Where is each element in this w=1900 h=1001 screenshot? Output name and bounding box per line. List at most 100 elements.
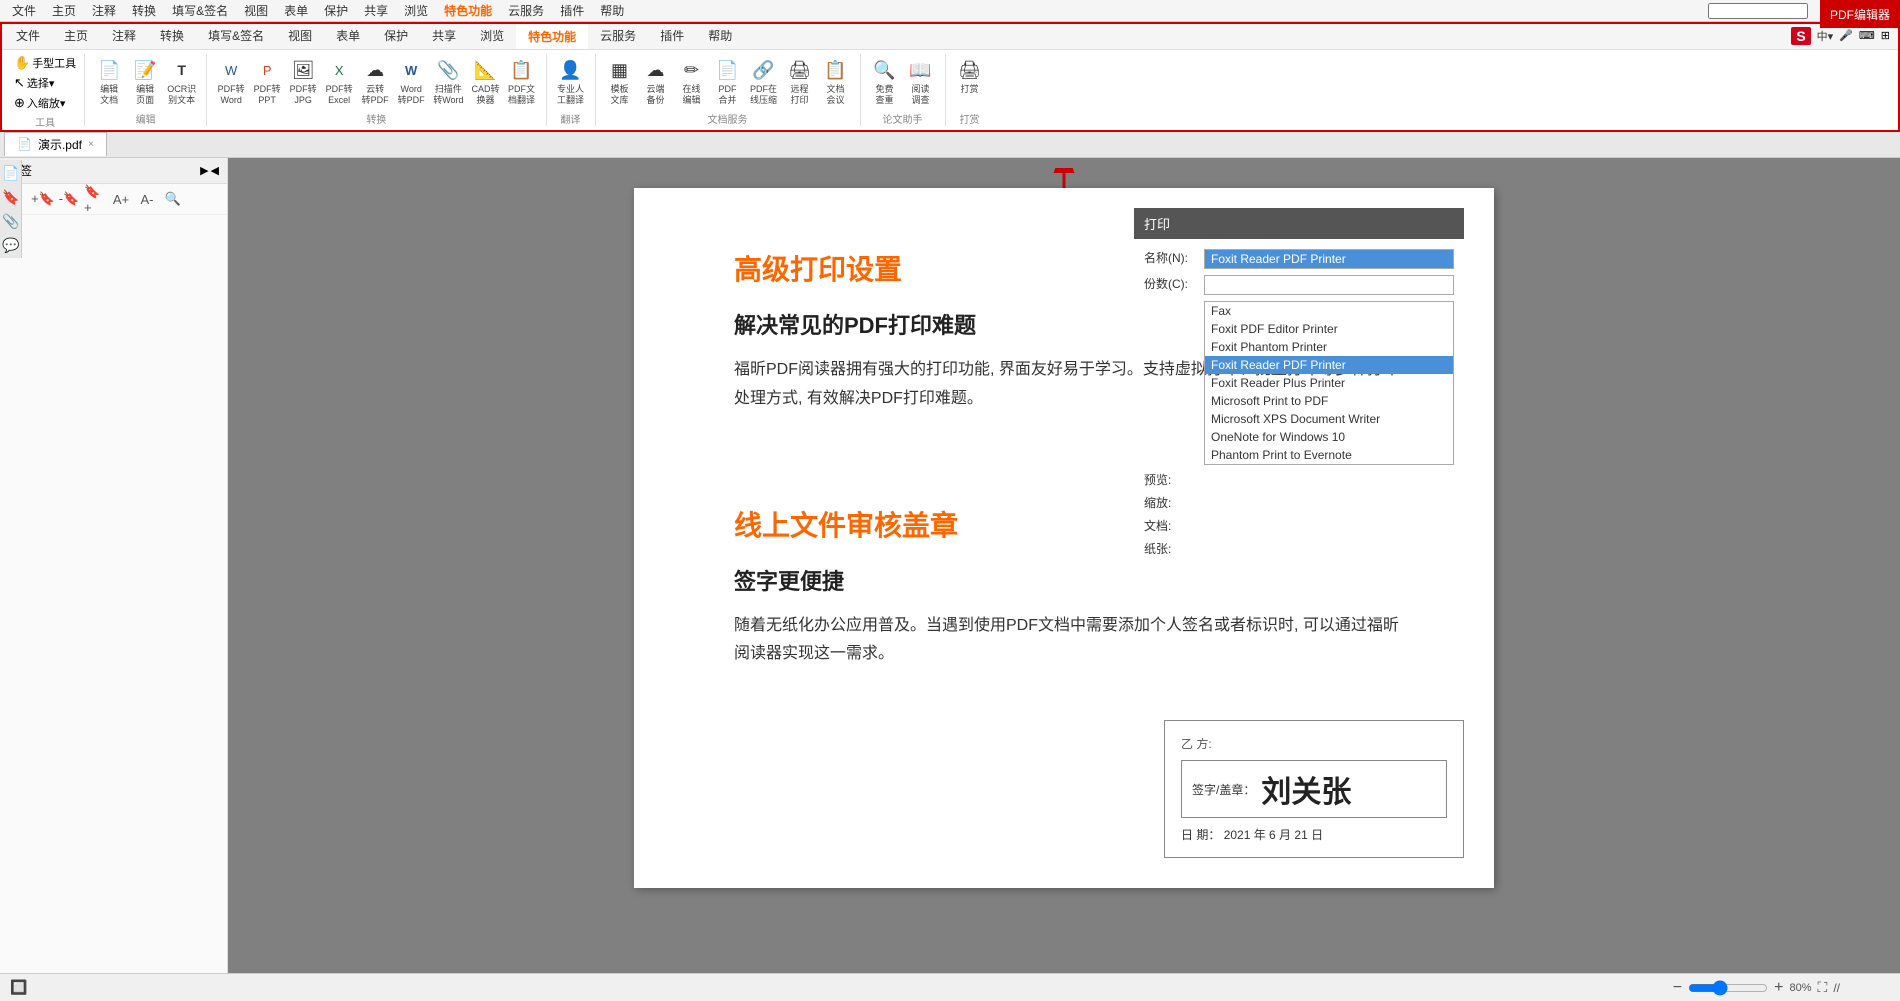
print-copies-input[interactable] — [1204, 275, 1454, 295]
printer-foxit-phantom[interactable]: Foxit Phantom Printer — [1205, 338, 1453, 356]
pdf-to-word-btn[interactable]: W PDF转Word — [213, 54, 249, 108]
tab-view[interactable]: 视图 — [276, 22, 324, 49]
tab-plugins[interactable]: 插件 — [648, 22, 696, 49]
printer-list: Fax Foxit PDF Editor Printer Foxit Phant… — [1204, 301, 1454, 465]
tab-browse[interactable]: 浏览 — [468, 22, 516, 49]
tab-file[interactable]: 文件 — [4, 22, 52, 49]
scan-to-word-btn[interactable]: 📎 扫描件转Word — [429, 54, 467, 108]
edit-doc-icon: 📄 — [95, 56, 123, 84]
sidebar-icon-comments[interactable]: 💬 — [0, 234, 22, 256]
sidebar-child-bookmark-btn[interactable]: 🔖+ — [84, 188, 106, 210]
word-to-pdf-btn[interactable]: W Word转PDF — [393, 54, 429, 108]
pdf-translate-btn[interactable]: 📋 PDF文档翻译 — [504, 54, 540, 108]
printer-fax[interactable]: Fax — [1205, 302, 1453, 320]
online-edit-btn[interactable]: ✏ 在线编辑 — [674, 54, 710, 108]
zoom-minus-btn[interactable]: − — [1673, 979, 1682, 997]
zoom-plus-btn[interactable]: + — [1774, 979, 1783, 997]
doc-tab-演示pdf[interactable]: 📄 演示.pdf × — [4, 132, 107, 156]
pdf-to-jpg-btn[interactable]: 🖼 PDF转JPG — [285, 54, 321, 108]
doc-tab-close[interactable]: × — [88, 139, 94, 150]
menu-item-file[interactable]: 文件 — [4, 0, 44, 21]
search-input[interactable] — [1708, 3, 1808, 19]
free-check-label: 免费查重 — [876, 84, 894, 106]
cad-converter-btn[interactable]: 📐 CAD转换器 — [468, 54, 504, 108]
signature-box: 乙 方: 签字/盖章： 刘关张 日 期： 2021 年 6 月 21 日 — [1164, 720, 1464, 858]
printer-foxit-reader[interactable]: Foxit Reader PDF Printer — [1205, 356, 1453, 374]
edit-page-icon: 📝 — [131, 56, 159, 84]
tab-protect[interactable]: 保护 — [372, 22, 420, 49]
doc-meeting-btn[interactable]: 📋 文档会议 — [818, 54, 854, 108]
menu-item-view[interactable]: 视图 — [236, 0, 276, 21]
tab-cloud[interactable]: 云服务 — [588, 22, 648, 49]
read-survey-btn[interactable]: 📖 阅读调查 — [903, 54, 939, 108]
fit-btn[interactable]: // — [1833, 981, 1840, 995]
printer-ms-xps[interactable]: Microsoft XPS Document Writer — [1205, 410, 1453, 428]
menu-item-browse[interactable]: 浏览 — [396, 0, 436, 21]
sidebar-expand-btn[interactable]: ▶ — [200, 164, 208, 177]
tab-bar: 📄 演示.pdf × PDF编辑器 — [0, 130, 1900, 158]
section-sig-body: 随着无纸化办公应用普及。当遇到使用PDF文档中需要添加个人签名或者标识时, 可以… — [734, 612, 1414, 670]
sidebar-collapse-btn[interactable]: ◀ — [211, 164, 219, 177]
printer-onenote[interactable]: OneNote for Windows 10 — [1205, 428, 1453, 446]
menu-item-convert[interactable]: 转换 — [124, 0, 164, 21]
pdf-to-ppt-btn[interactable]: P PDF转PPT — [249, 54, 285, 108]
tab-home[interactable]: 主页 — [52, 22, 100, 49]
tab-convert[interactable]: 转换 — [148, 22, 196, 49]
zoom-tool-btn[interactable]: ⊕ 入缩放▾ — [12, 94, 78, 112]
remote-print-btn[interactable]: 🖨 远程打印 — [782, 54, 818, 108]
pdf-translate-label: PDF文档翻译 — [508, 84, 535, 106]
sidebar-icon-bookmarks[interactable]: 🔖 — [0, 186, 22, 208]
fullscreen-btn[interactable]: ⛶ — [1818, 979, 1828, 996]
sidebar-search-btn[interactable]: 🔍 — [162, 188, 184, 210]
reward-btn[interactable]: 🖨 打赏 — [952, 54, 988, 97]
sidebar-icon-attachments[interactable]: 📎 — [0, 210, 22, 232]
printer-ms-pdf[interactable]: Microsoft Print to PDF — [1205, 392, 1453, 410]
printer-phantom-evernote[interactable]: Phantom Print to Evernote — [1205, 446, 1453, 464]
tab-share[interactable]: 共享 — [420, 22, 468, 49]
brand-logo: S — [1791, 27, 1810, 45]
menu-item-sign[interactable]: 填写&签名 — [164, 0, 236, 21]
sidebar-remove-bookmark-btn[interactable]: -🔖 — [58, 188, 80, 210]
free-check-btn[interactable]: 🔍 免费查重 — [867, 54, 903, 108]
pdf-editor-button[interactable]: PDF编辑器 — [1820, 0, 1900, 28]
lang-selector[interactable]: 中▾ — [1817, 28, 1834, 44]
select-tool-btn[interactable]: ↖ 选择▾ — [12, 74, 78, 92]
cloud-convert-btn[interactable]: ☁ 云转转PDF — [357, 54, 393, 108]
menu-item-form[interactable]: 表单 — [276, 0, 316, 21]
pdf-to-excel-btn[interactable]: X PDF转Excel — [321, 54, 357, 108]
sidebar-icon-pages[interactable]: 📄 — [0, 162, 22, 184]
sidebar-add-bookmark-btn[interactable]: +🔖 — [32, 188, 54, 210]
template-btn[interactable]: ▦ 模板文库 — [602, 54, 638, 108]
printer-foxit-pdf-editor[interactable]: Foxit PDF Editor Printer — [1205, 320, 1453, 338]
read-survey-label: 阅读调查 — [912, 84, 930, 106]
menu-item-cloud[interactable]: 云服务 — [500, 0, 552, 21]
hand-tool-btn[interactable]: ✋ 手型工具 — [12, 54, 78, 72]
ocr-btn[interactable]: T OCR识别文本 — [163, 54, 200, 108]
edit-page-btn[interactable]: 📝 编辑页面 — [127, 54, 163, 108]
menu-item-plugins[interactable]: 插件 — [552, 0, 592, 21]
edit-doc-btn[interactable]: 📄 编辑文档 — [91, 54, 127, 108]
printer-foxit-plus[interactable]: Foxit Reader Plus Printer — [1205, 374, 1453, 392]
tab-annotate[interactable]: 注释 — [100, 22, 148, 49]
zoom-level-display: 80% — [1789, 982, 1811, 994]
menu-item-special[interactable]: 特色功能 — [436, 0, 500, 21]
menu-item-share[interactable]: 共享 — [356, 0, 396, 21]
menu-item-help[interactable]: 帮助 — [592, 0, 632, 21]
cloud-convert-label: 云转转PDF — [362, 84, 389, 106]
sidebar-font-increase-btn[interactable]: A+ — [110, 188, 132, 210]
menu-item-protect[interactable]: 保护 — [316, 0, 356, 21]
tab-form[interactable]: 表单 — [324, 22, 372, 49]
pdf-compress-btn[interactable]: 🔗 PDF在线压缩 — [746, 54, 782, 108]
print-name-input[interactable]: Foxit Reader PDF Printer — [1204, 249, 1454, 269]
page-view-icon[interactable]: 🔲 — [10, 979, 27, 996]
pdf-merge-btn[interactable]: 📄 PDF合并 — [710, 54, 746, 108]
menu-item-home[interactable]: 主页 — [44, 0, 84, 21]
pro-translate-btn[interactable]: 👤 专业人工翻译 — [553, 54, 589, 108]
tab-help[interactable]: 帮助 — [696, 22, 744, 49]
cloud-backup-btn[interactable]: ☁ 云端备份 — [638, 54, 674, 108]
zoom-slider[interactable] — [1688, 980, 1768, 996]
menu-item-annotate[interactable]: 注释 — [84, 0, 124, 21]
sidebar-font-decrease-btn[interactable]: A- — [136, 188, 158, 210]
tab-sign[interactable]: 填写&签名 — [196, 22, 276, 49]
tab-special[interactable]: 特色功能 — [516, 22, 588, 49]
